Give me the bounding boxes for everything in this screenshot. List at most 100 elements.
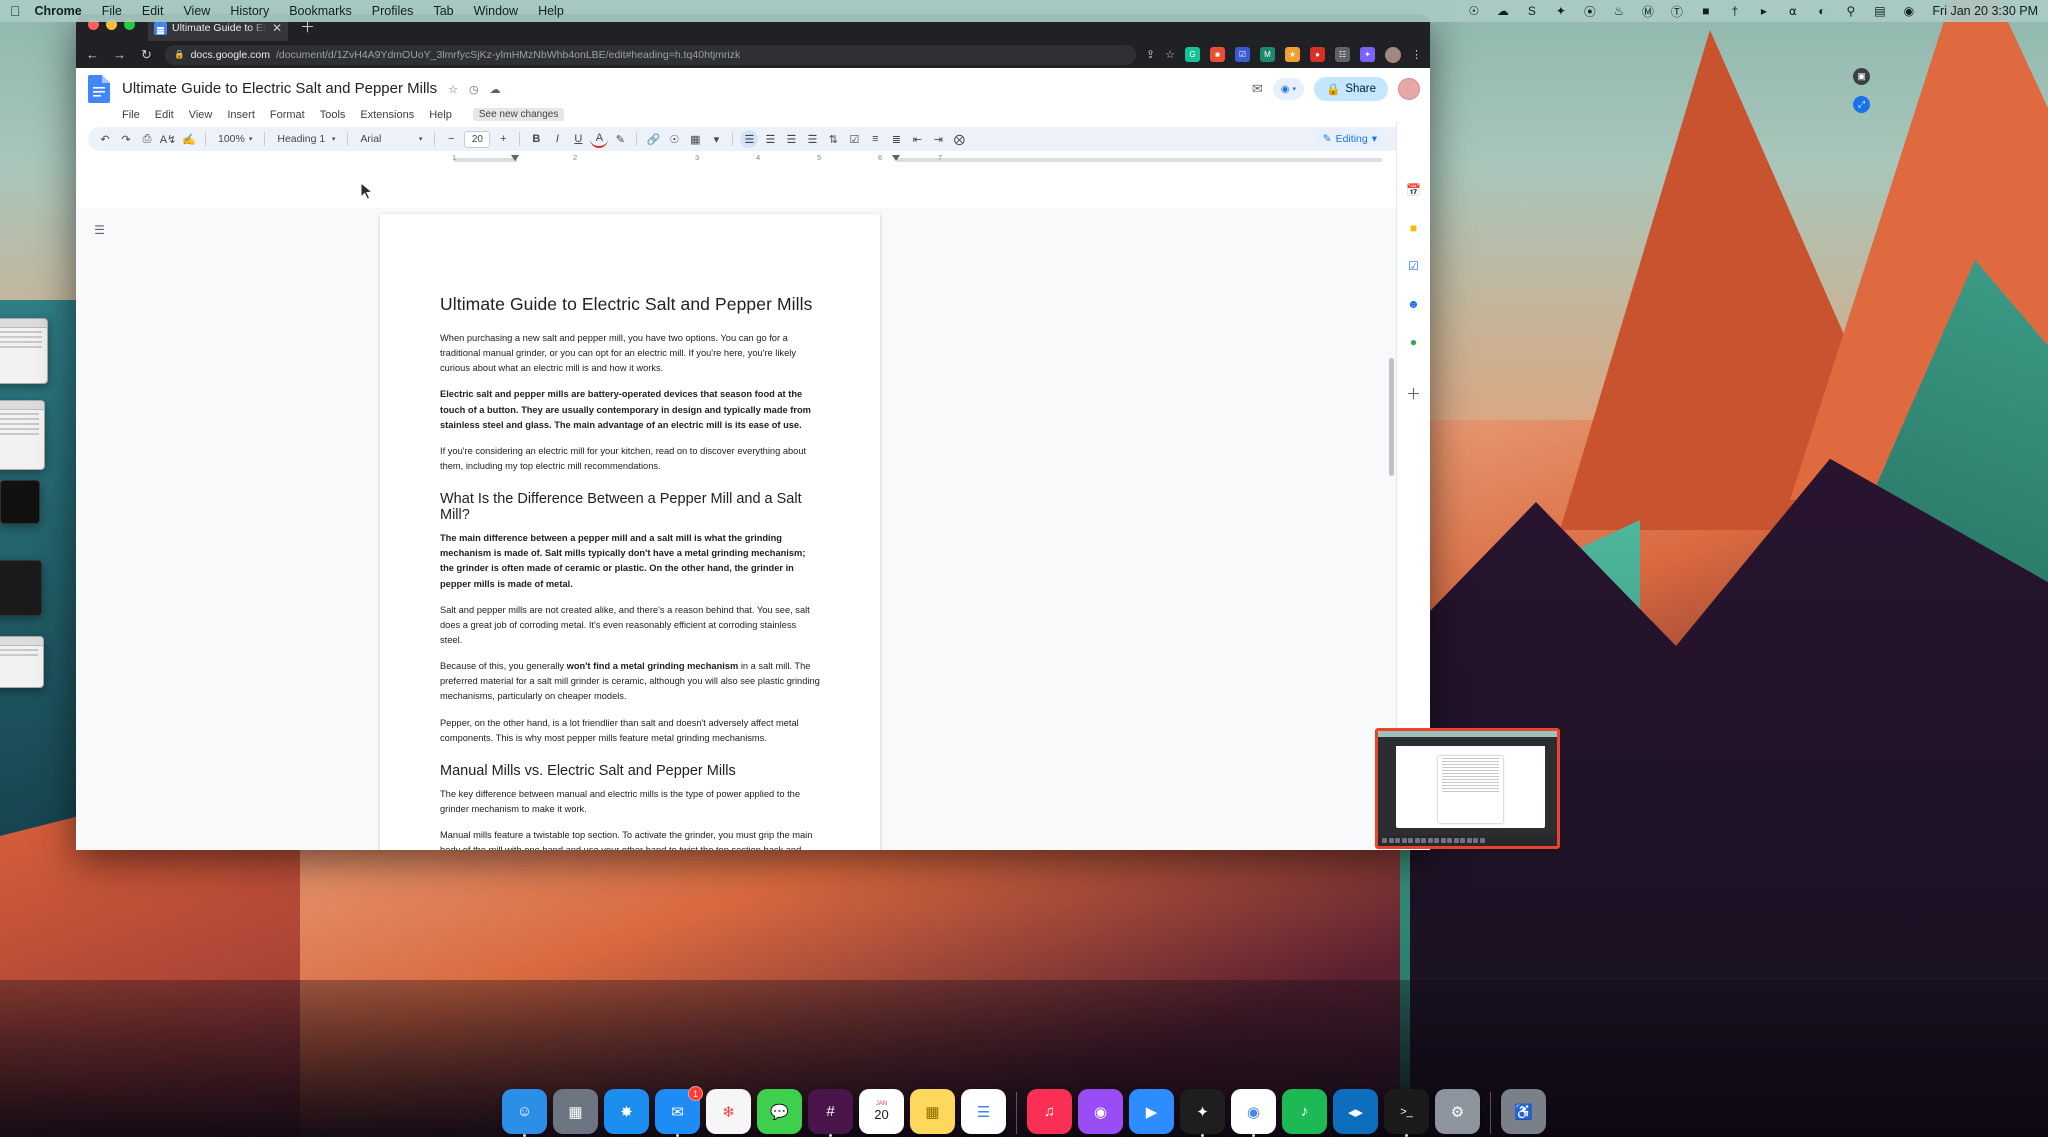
star-icon[interactable]: ☆ bbox=[1165, 48, 1175, 61]
battery-icon[interactable]: ■ bbox=[1698, 4, 1713, 19]
keep-icon[interactable]: ■ bbox=[1404, 218, 1423, 237]
headphones-icon[interactable]: ⍺ bbox=[1785, 4, 1800, 19]
tasks-icon[interactable]: ☑ bbox=[1404, 256, 1423, 275]
shield-icon[interactable]: ★ bbox=[1285, 47, 1300, 62]
dock-item-launchpad[interactable]: ▦ bbox=[553, 1089, 598, 1134]
arrow-left-icon[interactable]: ← bbox=[84, 47, 101, 62]
docs-menu-format[interactable]: Format bbox=[270, 109, 305, 121]
redo-icon[interactable]: ↷ bbox=[117, 130, 135, 148]
reload-icon[interactable]: ↻ bbox=[138, 47, 155, 63]
close-icon[interactable]: ✕ bbox=[272, 22, 282, 34]
s-icon[interactable]: S bbox=[1524, 4, 1539, 19]
cloud-saved-icon[interactable]: ☁ bbox=[490, 83, 501, 96]
line-spacing-icon[interactable]: ⇅ bbox=[824, 130, 842, 148]
antenna-icon[interactable]: † bbox=[1727, 4, 1742, 19]
grammarly-icon[interactable]: G bbox=[1185, 47, 1200, 62]
align-left-icon[interactable]: ☰ bbox=[740, 130, 759, 148]
maps-icon[interactable]: ● bbox=[1404, 332, 1423, 351]
print-icon[interactable]: ⎙ bbox=[138, 130, 156, 148]
dock-item-safari[interactable]: ✸ bbox=[604, 1089, 649, 1134]
dock-item-notes[interactable]: ▦ bbox=[910, 1089, 955, 1134]
document-outline-icon[interactable]: ☰ bbox=[90, 220, 109, 239]
arrow-right-icon[interactable]: → bbox=[111, 47, 128, 62]
paint-format-icon[interactable]: ✍ bbox=[180, 130, 198, 148]
menu-chrome[interactable]: Chrome bbox=[35, 4, 82, 18]
docs-menu-file[interactable]: File bbox=[122, 109, 140, 121]
dock-item-zoom[interactable]: ▶ bbox=[1129, 1089, 1174, 1134]
profile-avatar[interactable] bbox=[1385, 46, 1401, 63]
contacts-icon[interactable]: ☻ bbox=[1404, 294, 1423, 313]
align-center-icon[interactable]: ☰ bbox=[761, 130, 779, 148]
docs-menu-insert[interactable]: Insert bbox=[227, 109, 255, 121]
puzzle-icon[interactable]: ✦ bbox=[1360, 47, 1375, 62]
underline-button[interactable]: U bbox=[569, 130, 587, 148]
insert-more-icon[interactable]: ▾ bbox=[707, 130, 725, 148]
dock-item-terminal[interactable]: >_ bbox=[1384, 1089, 1429, 1137]
font-size-decrease-button[interactable]: − bbox=[442, 130, 460, 148]
star-icon[interactable]: ☆ bbox=[448, 83, 458, 96]
docs-menu-view[interactable]: View bbox=[189, 109, 213, 121]
clear-formatting-icon[interactable]: ⨂ bbox=[950, 130, 968, 148]
globe-icon[interactable]: ☉ bbox=[1466, 4, 1481, 19]
dock-item-settings[interactable]: ⚙ bbox=[1435, 1089, 1480, 1134]
undo-icon[interactable]: ↶ bbox=[96, 130, 114, 148]
menu-bar-clock[interactable]: Fri Jan 20 3:30 PM bbox=[1932, 4, 2038, 18]
right-indent-marker[interactable] bbox=[892, 155, 900, 161]
siri-icon[interactable]: ◉ bbox=[1901, 4, 1916, 19]
dock-item-mail[interactable]: ✉ 1 bbox=[655, 1086, 703, 1137]
menu-profiles[interactable]: Profiles bbox=[372, 4, 414, 18]
docs-menu-edit[interactable]: Edit bbox=[155, 109, 174, 121]
document-canvas[interactable]: ☰ Ultimate Guide to Electric Salt and Pe… bbox=[76, 208, 1430, 850]
align-right-icon[interactable]: ☰ bbox=[782, 130, 800, 148]
menu-file[interactable]: File bbox=[102, 4, 122, 18]
bold-button[interactable]: B bbox=[527, 130, 545, 148]
search-icon[interactable]: ⚲ bbox=[1843, 4, 1858, 19]
m-circle-icon[interactable]: Ⓜ bbox=[1640, 4, 1655, 19]
dropbox-icon[interactable]: ✦ bbox=[1553, 4, 1568, 19]
lock-clock-icon[interactable]: Ⓣ bbox=[1669, 4, 1684, 19]
docs-menu-extensions[interactable]: Extensions bbox=[360, 109, 414, 121]
wifi-icon[interactable]: ◐ bbox=[1814, 4, 1829, 19]
decrease-indent-icon[interactable]: ⇤ bbox=[908, 130, 926, 148]
dock-item-photos[interactable]: ❄ bbox=[706, 1089, 751, 1134]
menu-tab[interactable]: Tab bbox=[433, 4, 453, 18]
menu-help[interactable]: Help bbox=[538, 4, 564, 18]
menu-bookmarks[interactable]: Bookmarks bbox=[289, 4, 352, 18]
insert-image-icon[interactable]: ▦ bbox=[686, 130, 704, 148]
docs-menu-tools[interactable]: Tools bbox=[320, 109, 346, 121]
dock-item-trash[interactable]: ♿ bbox=[1501, 1089, 1546, 1134]
highlight-icon[interactable]: ✎ bbox=[611, 130, 629, 148]
honey-icon[interactable]: ● bbox=[1310, 47, 1325, 62]
text-color-button[interactable]: A bbox=[590, 130, 609, 148]
translate-icon[interactable]: ☑ bbox=[1235, 47, 1250, 62]
dock-item-spotify[interactable]: ♪ bbox=[1282, 1089, 1327, 1134]
spellcheck-icon[interactable]: A↯ bbox=[159, 130, 177, 148]
dock-item-reminders[interactable]: ☰ bbox=[961, 1089, 1006, 1134]
font-family-select[interactable]: Arial ▾ bbox=[355, 130, 427, 148]
screen-recording-preview[interactable] bbox=[1375, 728, 1560, 849]
background-window[interactable] bbox=[0, 480, 40, 524]
dock-item-calendar[interactable]: JAN 20 bbox=[859, 1089, 904, 1134]
dock-item-music[interactable]: ♫ bbox=[1027, 1089, 1072, 1134]
align-justify-icon[interactable]: ☰ bbox=[803, 130, 821, 148]
menu-window[interactable]: Window bbox=[474, 4, 518, 18]
increase-indent-icon[interactable]: ⇥ bbox=[929, 130, 947, 148]
google-docs-logo[interactable] bbox=[88, 74, 114, 104]
apple-icon[interactable]:  bbox=[10, 3, 21, 19]
editing-mode-select[interactable]: ✎ Editing ▾ bbox=[1313, 129, 1386, 149]
paragraph-style-select[interactable]: Heading 1 ▾ bbox=[272, 130, 340, 148]
add-ons-plus-icon[interactable]: ＋ bbox=[1404, 384, 1423, 403]
user-avatar[interactable] bbox=[1398, 78, 1420, 100]
expand-icon[interactable]: ⤢ bbox=[1853, 96, 1870, 113]
address-bar[interactable]: 🔒 docs.google.com/document/d/1ZvH4A9YdmO… bbox=[165, 44, 1136, 65]
document-title[interactable]: Ultimate Guide to Electric Salt and Pepp… bbox=[122, 80, 437, 98]
dock-item-finder[interactable]: ☺ bbox=[502, 1089, 547, 1137]
move-to-folder-icon[interactable]: ◷ bbox=[469, 83, 479, 96]
see-new-changes-button[interactable]: See new changes bbox=[472, 108, 565, 121]
insert-link-icon[interactable]: 🔗 bbox=[644, 130, 662, 148]
menu-view[interactable]: View bbox=[183, 4, 210, 18]
add-comment-icon[interactable]: ☉ bbox=[665, 130, 683, 148]
scrollbar-thumb[interactable] bbox=[1389, 358, 1394, 476]
bulleted-list-icon[interactable]: ≡ bbox=[866, 130, 884, 148]
play-circle-icon[interactable]: ▸ bbox=[1756, 4, 1771, 19]
